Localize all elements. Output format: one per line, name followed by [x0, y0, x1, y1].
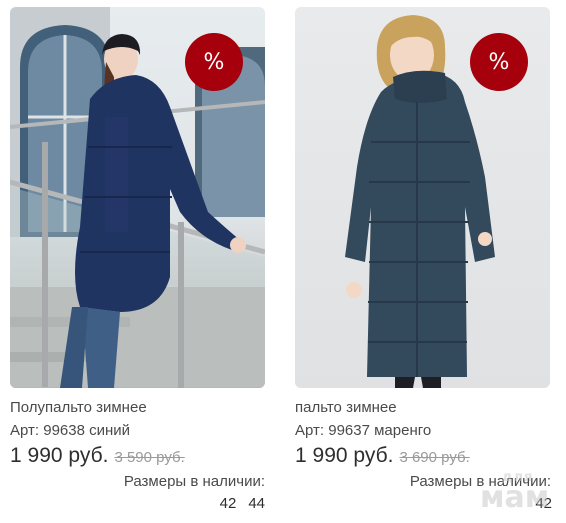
product-article: Арт: 99637 маренго: [295, 422, 432, 439]
product-image-1[interactable]: %: [10, 7, 265, 388]
product-card-2[interactable]: % пальто зимнее Арт: 99637 маренго 1 990…: [295, 0, 552, 523]
site-watermark: для мам: [476, 470, 566, 523]
watermark-bottom: мам: [480, 480, 550, 515]
current-price: 1 990 руб.: [295, 444, 394, 467]
size-option[interactable]: 44: [248, 495, 265, 512]
old-price: 3 690 руб.: [399, 449, 470, 466]
price-row: 1 990 руб. 3 590 руб.: [10, 444, 185, 468]
sizes-label: Размеры в наличии:: [123, 473, 265, 490]
sizes-list: 42 44: [208, 495, 265, 512]
size-option[interactable]: 42: [220, 495, 237, 512]
product-article: Арт: 99638 синий: [10, 422, 131, 439]
price-row: 1 990 руб. 3 690 руб.: [295, 444, 470, 468]
old-price: 3 590 руб.: [114, 449, 185, 466]
product-title[interactable]: пальто зимнее: [295, 399, 397, 416]
discount-badge: %: [470, 33, 528, 91]
product-title[interactable]: Полупальто зимнее: [10, 399, 147, 416]
discount-badge: %: [185, 33, 243, 91]
product-image-2[interactable]: %: [295, 7, 550, 388]
product-card-1[interactable]: % Полупальто зимнее Арт: 99638 синий 1 9…: [10, 0, 266, 523]
current-price: 1 990 руб.: [10, 444, 109, 467]
